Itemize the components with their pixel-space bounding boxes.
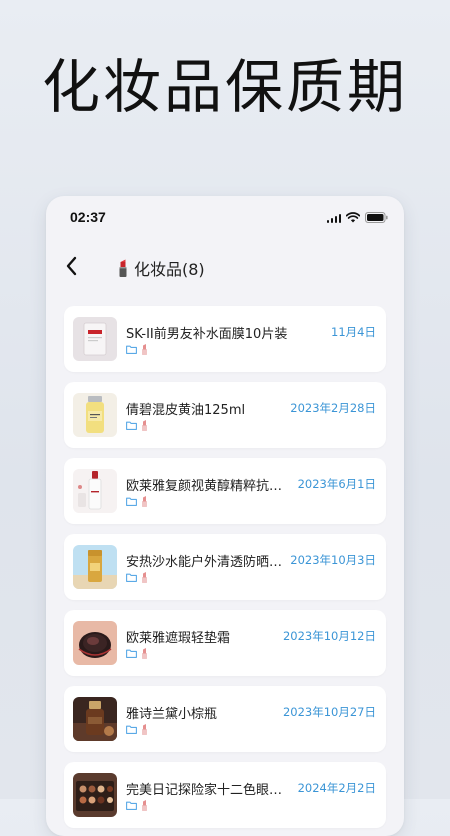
cushion-compact-icon bbox=[73, 621, 117, 665]
folder-icon bbox=[126, 421, 137, 430]
signal-icon bbox=[326, 213, 341, 223]
eyeshadow-palette-icon bbox=[73, 773, 117, 817]
expiry-date: 2023年10月12日 bbox=[282, 629, 376, 643]
page-title-text: 化妆品(8) bbox=[134, 260, 205, 279]
list-item[interactable]: SK-II前男友补水面膜10片装 11月4日 bbox=[64, 306, 386, 372]
serum-bottle-icon bbox=[73, 469, 117, 513]
item-tags bbox=[126, 420, 148, 431]
item-tags bbox=[126, 648, 148, 659]
page-title: 化妆品(8) bbox=[116, 256, 205, 280]
lotion-bottle-icon bbox=[73, 393, 117, 437]
list-item[interactable]: 倩碧混皮黄油125ml 2023年2月28日 bbox=[64, 382, 386, 448]
item-name: 欧莱雅遮瑕轻垫霜 bbox=[126, 631, 231, 646]
lipstick-icon bbox=[142, 572, 147, 583]
chevron-left-icon bbox=[66, 256, 77, 276]
lipstick-icon bbox=[142, 800, 147, 811]
lipstick-icon bbox=[119, 259, 127, 277]
item-tags bbox=[126, 344, 148, 355]
folder-icon bbox=[126, 573, 137, 582]
face-mask-icon bbox=[73, 317, 117, 361]
list-item[interactable]: 欧莱雅复颜视黄醇精粹抗… 2023年6月1日 bbox=[64, 458, 386, 524]
list-item[interactable]: 欧莱雅遮瑕轻垫霜 2023年10月12日 bbox=[64, 610, 386, 676]
folder-icon bbox=[126, 801, 137, 810]
back-button[interactable] bbox=[58, 252, 86, 280]
folder-icon bbox=[126, 497, 137, 506]
expiry-date: 2023年6月1日 bbox=[297, 477, 376, 491]
folder-icon bbox=[126, 345, 137, 354]
status-time: 02:37 bbox=[70, 209, 106, 225]
battery-icon bbox=[365, 212, 388, 223]
item-name: 安热沙水能户外清透防晒… bbox=[126, 555, 283, 570]
item-tags bbox=[126, 496, 148, 507]
list-item[interactable]: 完美日记探险家十二色眼… 2024年2月2日 bbox=[64, 762, 386, 828]
lipstick-icon bbox=[142, 344, 147, 355]
cosmetics-list: SK-II前男友补水面膜10片装 11月4日 倩碧混皮黄油125ml 2023年… bbox=[64, 306, 386, 836]
item-name: 完美日记探险家十二色眼… bbox=[126, 783, 283, 798]
expiry-date: 2024年2月2日 bbox=[297, 781, 376, 795]
expiry-date: 11月4日 bbox=[331, 325, 376, 339]
nav-bar: 化妆品(8) bbox=[46, 248, 404, 284]
item-name: SK-II前男友补水面膜10片装 bbox=[126, 327, 288, 342]
item-name: 欧莱雅复颜视黄醇精粹抗… bbox=[126, 479, 283, 494]
expiry-date: 2023年10月27日 bbox=[282, 705, 376, 719]
brown-bottle-icon bbox=[73, 697, 117, 741]
lipstick-icon bbox=[142, 496, 147, 507]
item-tags bbox=[126, 724, 148, 735]
list-item[interactable]: 安热沙水能户外清透防晒… 2023年10月3日 bbox=[64, 534, 386, 600]
wifi-icon bbox=[346, 212, 360, 223]
folder-icon bbox=[126, 725, 137, 734]
status-icons bbox=[326, 212, 389, 223]
expiry-date: 2023年10月3日 bbox=[290, 553, 376, 567]
list-item[interactable]: 雅诗兰黛小棕瓶 2023年10月27日 bbox=[64, 686, 386, 752]
sunscreen-icon bbox=[73, 545, 117, 589]
status-bar: 02:37 bbox=[46, 196, 404, 240]
folder-icon bbox=[126, 649, 137, 658]
item-tags bbox=[126, 800, 148, 811]
item-name: 雅诗兰黛小棕瓶 bbox=[126, 707, 218, 722]
lipstick-icon bbox=[142, 420, 147, 431]
item-name: 倩碧混皮黄油125ml bbox=[126, 403, 246, 418]
lipstick-icon bbox=[142, 648, 147, 659]
phone-screen: 02:37 化妆品(8) SK-II前男友补水面膜10片装 11月4日 倩碧混皮… bbox=[46, 196, 404, 836]
item-tags bbox=[126, 572, 148, 583]
expiry-date: 2023年2月28日 bbox=[290, 401, 376, 415]
hero-title: 化妆品保质期 bbox=[41, 53, 408, 121]
lipstick-icon bbox=[142, 724, 147, 735]
